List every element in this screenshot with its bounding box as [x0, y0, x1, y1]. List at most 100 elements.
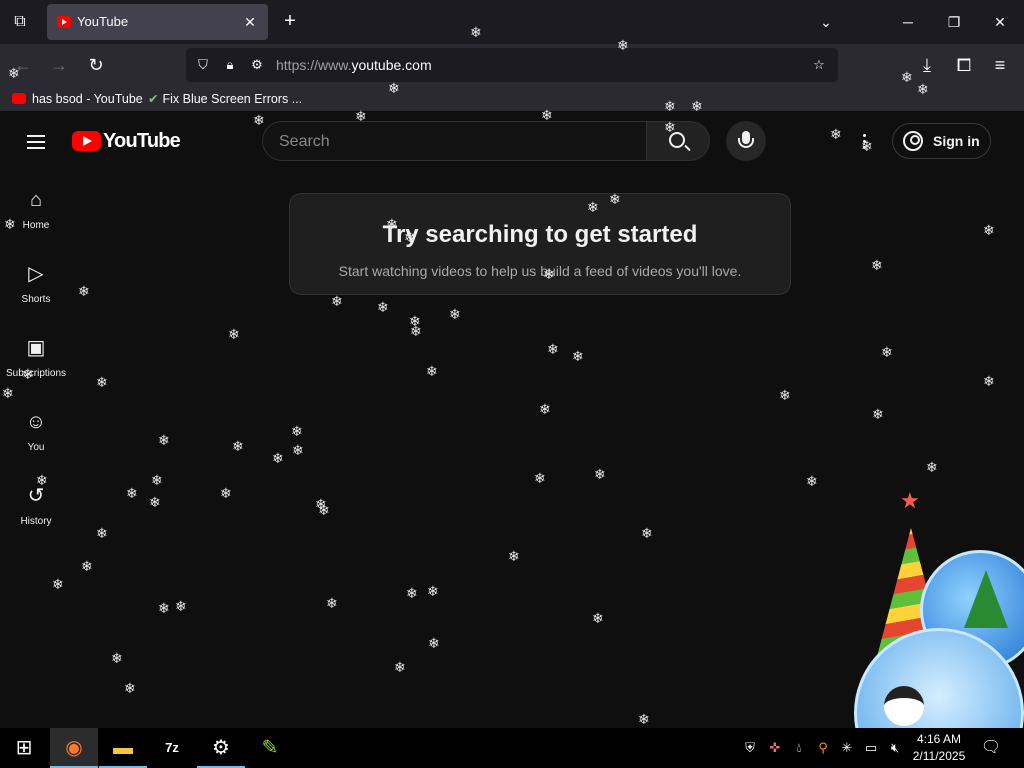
shield-icon[interactable]: ⛉ — [194, 56, 212, 74]
minimize-icon[interactable]: ─ — [892, 6, 924, 38]
subscriptions-icon: ▣ — [26, 337, 46, 359]
guide-label: Subscriptions — [5, 368, 67, 379]
youtube-page: YouTube Sign in ⌂ Home ▷ Shorts ▣ Subscr… — [0, 113, 1024, 728]
snowflake-icon: ❄ — [406, 585, 418, 601]
browser-titlebar: ⧉ YouTube ✕ + ⌄ ─ ❐ ✕ — [0, 0, 1024, 44]
snowflake-icon: ❄ — [871, 257, 883, 273]
shorts-icon: ▷ — [28, 263, 44, 285]
snowflake-icon: ❄ — [52, 576, 64, 592]
christmas-decoration: ★ — [836, 488, 1024, 728]
snowflake-icon: ❄ — [664, 119, 676, 135]
youtube-favicon-icon — [12, 93, 26, 104]
paint-icon[interactable]: ✎ — [246, 728, 294, 768]
snowflake-icon: ❄ — [22, 366, 34, 382]
snowflake-icon: ❄ — [881, 344, 893, 360]
snowflake-icon: ❄ — [691, 98, 703, 114]
lock-icon[interactable]: 🔒︎ — [221, 56, 239, 74]
search-box[interactable] — [262, 121, 646, 161]
plus-icon[interactable]: + — [278, 10, 302, 34]
youtube-favicon-icon — [57, 16, 71, 28]
bookmarks-bar: has bsod - YouTube ✔ Fix Blue Screen Erro… — [0, 86, 1024, 112]
bookmark-fix-bsod[interactable]: ✔ Fix Blue Screen Errors ... — [148, 90, 302, 108]
snowflake-icon: ❄ — [508, 548, 520, 564]
snowflake-icon: ❄ — [124, 680, 136, 696]
chevron-down-icon[interactable]: ⌄ — [814, 10, 838, 34]
arrow-right-icon[interactable]: → — [46, 52, 72, 78]
bookmark-has-bsod[interactable]: has bsod - YouTube — [12, 90, 143, 108]
snowflake-icon: ❄ — [779, 387, 791, 403]
guide-item-history[interactable]: ↺ History — [0, 484, 72, 544]
sign-in-button[interactable]: Sign in — [892, 123, 991, 159]
window-close-icon[interactable]: ✕ — [984, 6, 1016, 38]
snowflake-icon: ❄ — [111, 650, 123, 666]
windows-start-icon[interactable]: ⊞ — [0, 728, 48, 768]
network-icon[interactable]: ▭ — [861, 738, 881, 758]
snowflake-icon: ❄ — [638, 711, 650, 727]
tab-youtube[interactable]: YouTube ✕ — [47, 4, 268, 40]
youtube-logo-icon — [72, 131, 101, 151]
snowflake-icon: ❄ — [318, 502, 330, 518]
browser-navbar: ← → ↻ ⛉ 🔒︎ ⚙ https://www.youtube.com ☆ ⤓… — [0, 44, 1024, 86]
volume-muted-icon[interactable]: 🔇︎ — [885, 738, 905, 758]
snowflake-icon: ❄ — [8, 65, 20, 81]
snowflake-icon: ❄ — [470, 24, 482, 40]
empty-feed-card: Try searching to get started Start watch… — [289, 193, 791, 295]
guide-label: Shorts — [21, 294, 51, 305]
tab-list-icon[interactable]: ⧉ — [8, 10, 32, 34]
reload-icon[interactable]: ↻ — [83, 52, 109, 78]
search-input[interactable] — [279, 132, 619, 152]
snowflake-icon: ❄ — [151, 472, 163, 488]
snowflake-icon: ❄ — [830, 126, 842, 142]
snowflake-icon: ❄ — [149, 494, 161, 510]
guide-label: History — [20, 516, 52, 527]
snowflake-tray-icon[interactable]: ✳ — [837, 738, 857, 758]
empty-feed-title: Try searching to get started — [382, 221, 698, 248]
snowflake-icon: ❄ — [377, 299, 389, 315]
snowflake-icon: ❄ — [96, 374, 108, 390]
snowflake-icon: ❄ — [394, 659, 406, 675]
voice-search-button[interactable] — [726, 121, 766, 161]
settings-icon[interactable]: ⚙ — [197, 728, 245, 768]
security-icon[interactable]: ⛨ — [740, 738, 760, 758]
snowflake-icon: ❄ — [592, 610, 604, 626]
snowflake-icon: ❄ — [547, 341, 559, 357]
menu-icon[interactable]: ≡ — [987, 52, 1013, 78]
snowflake-icon: ❄ — [539, 401, 551, 417]
snowflake-icon: ❄ — [126, 485, 138, 501]
7zip-icon[interactable]: 7z — [148, 728, 196, 768]
guide-item-shorts[interactable]: ▷ Shorts — [0, 262, 72, 322]
extensions-icon[interactable]: ⧠ — [951, 52, 977, 78]
drop-icon[interactable]: 💧︎ — [789, 738, 809, 758]
search-tray-icon[interactable]: ⚲ — [813, 738, 833, 758]
empty-feed-subtitle: Start watching videos to help us build a… — [338, 263, 742, 279]
network-warning-icon[interactable]: ✜ — [765, 738, 785, 758]
guide-menu-icon[interactable] — [24, 131, 48, 151]
notification-icon[interactable]: 🗨︎ — [978, 736, 1004, 760]
guide-item-you[interactable]: ☺ You — [0, 410, 72, 470]
sign-in-label: Sign in — [933, 133, 980, 149]
snowflake-icon: ❄ — [983, 373, 995, 389]
snowflake-icon: ❄ — [272, 450, 284, 466]
star-icon[interactable]: ☆ — [810, 56, 828, 74]
microphone-icon — [738, 131, 754, 148]
file-explorer-icon[interactable]: ▬ — [99, 728, 147, 768]
url-bar[interactable]: ⛉ 🔒︎ ⚙ https://www.youtube.com ☆ — [186, 48, 838, 82]
taskbar-clock[interactable]: 4:16 AM 2/11/2025 — [908, 731, 970, 765]
snowflake-icon: ❄ — [228, 326, 240, 342]
download-icon[interactable]: ⤓ — [914, 52, 940, 78]
snowflake-icon: ❄ — [872, 406, 884, 422]
snowman-image — [884, 686, 924, 726]
snowflake-icon: ❄ — [36, 472, 48, 488]
snowflake-icon: ❄ — [541, 107, 553, 123]
restore-icon[interactable]: ❐ — [938, 6, 970, 38]
firefox-icon[interactable]: ◉ — [50, 728, 98, 768]
snowflake-icon: ❄ — [232, 438, 244, 454]
snowflake-icon: ❄ — [641, 525, 653, 541]
snowflake-icon: ❄ — [253, 112, 265, 128]
clock-date: 2/11/2025 — [912, 749, 966, 763]
snowflake-icon: ❄ — [534, 470, 546, 486]
close-icon[interactable]: ✕ — [240, 12, 260, 32]
globe-tree-image — [964, 570, 1008, 628]
permissions-icon[interactable]: ⚙ — [248, 56, 266, 74]
search-button[interactable] — [646, 121, 710, 161]
